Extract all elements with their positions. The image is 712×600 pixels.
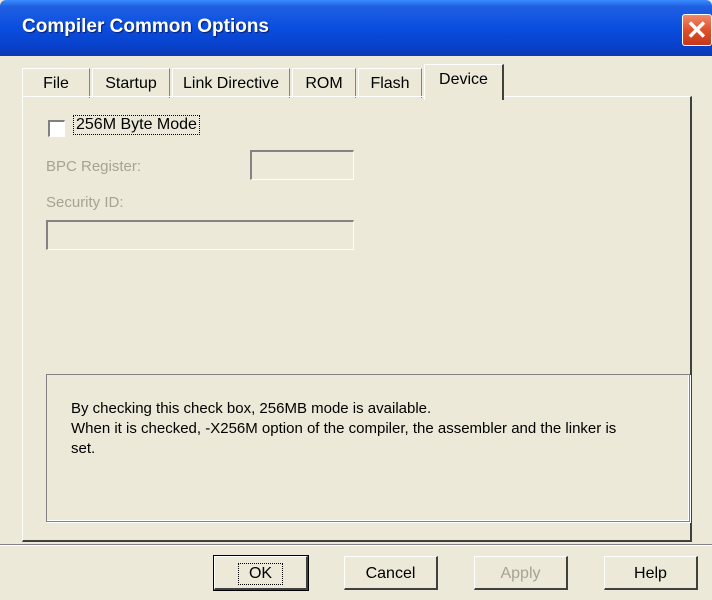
- tab-startup[interactable]: Startup: [92, 68, 170, 98]
- description-line-1: By checking this check box, 256MB mode i…: [71, 400, 432, 417]
- close-icon: ✕: [686, 15, 708, 45]
- ok-button[interactable]: OK: [213, 555, 309, 591]
- ok-button-label: OK: [237, 563, 284, 585]
- security-id-label: Security ID:: [46, 194, 124, 211]
- bpc-register-label: BPC Register:: [46, 158, 142, 175]
- security-id-input[interactable]: [46, 220, 354, 250]
- description-box: By checking this check box, 256MB mode i…: [46, 374, 690, 522]
- mode-checkbox-label[interactable]: 256M Byte Mode: [73, 115, 200, 135]
- apply-button[interactable]: Apply: [474, 556, 568, 590]
- description-line-3: set.: [71, 440, 96, 457]
- mode-checkbox[interactable]: [48, 120, 65, 137]
- tab-link-directive[interactable]: Link Directive: [172, 68, 290, 98]
- tab-flash[interactable]: Flash: [358, 68, 422, 98]
- tab-rom[interactable]: ROM: [292, 68, 356, 98]
- description-line-2: When it is checked, -X256M option of the…: [71, 420, 617, 437]
- title-bar: Compiler Common Options ✕: [0, 0, 712, 56]
- help-button[interactable]: Help: [604, 556, 698, 590]
- separator: [0, 544, 712, 546]
- tab-device[interactable]: Device: [424, 64, 504, 100]
- cancel-button[interactable]: Cancel: [344, 556, 438, 590]
- bpc-register-input[interactable]: [250, 150, 354, 180]
- close-button[interactable]: ✕: [682, 14, 712, 46]
- window-title: Compiler Common Options: [22, 16, 269, 37]
- tab-file[interactable]: File: [22, 68, 90, 98]
